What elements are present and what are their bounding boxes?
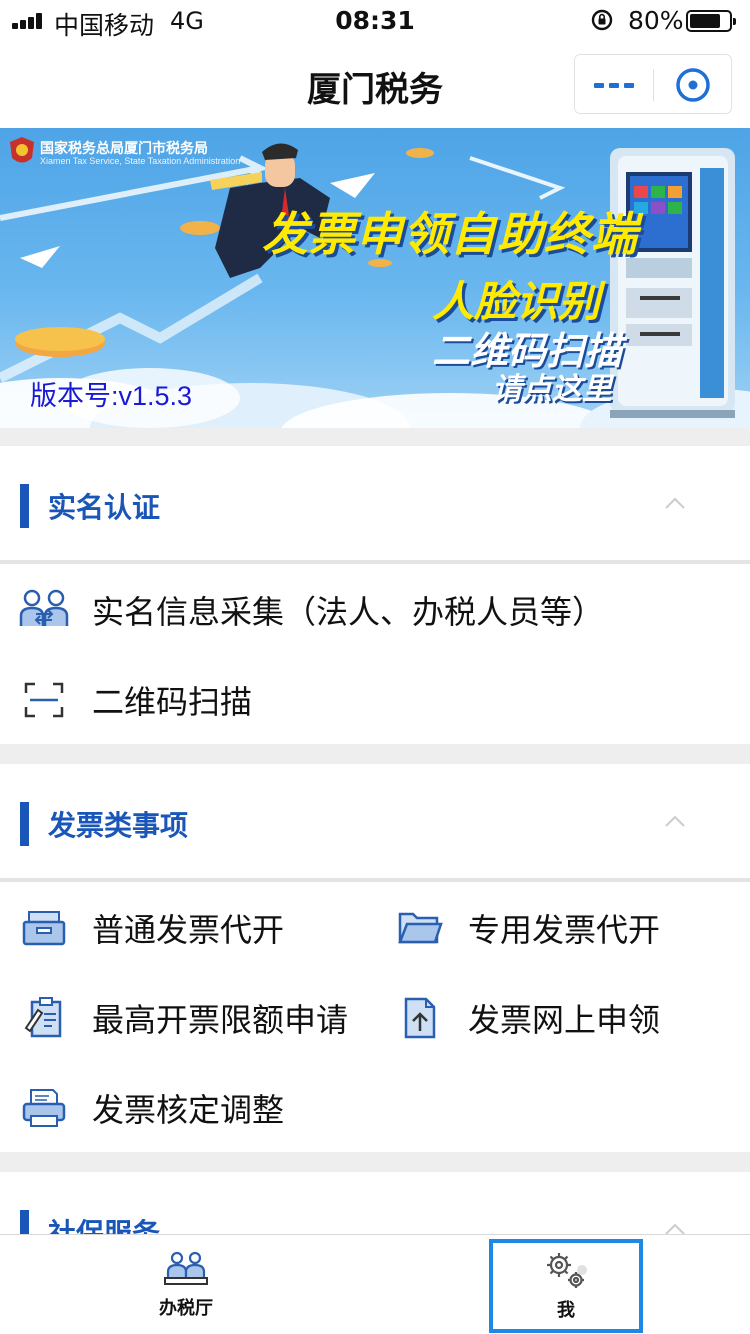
- chevron-up-icon[interactable]: [664, 496, 686, 510]
- rotation-lock-icon: [591, 9, 613, 31]
- more-dots-icon: [594, 82, 604, 88]
- close-mini-program-button[interactable]: [654, 55, 732, 115]
- item-label: 普通发票代开: [92, 911, 285, 949]
- list-item-max-limit-apply[interactable]: 最高开票限额申请: [18, 988, 348, 1048]
- banner-cta[interactable]: 请点这里: [492, 364, 612, 408]
- section-gap: [0, 744, 750, 764]
- tab-service-hall[interactable]: 办税厅: [126, 1235, 246, 1334]
- section-title-realname: 实名认证: [48, 491, 161, 524]
- more-menu-button[interactable]: [575, 55, 653, 115]
- inbox-tray-icon: [18, 902, 70, 954]
- list-item-invoice-adjust[interactable]: 发票核定调整: [18, 1078, 284, 1138]
- section-title-invoice: 发票类事项: [48, 809, 189, 842]
- folder-open-icon: [394, 902, 446, 954]
- item-label: 二维码扫描: [92, 683, 253, 721]
- tab-label: 我: [557, 1300, 575, 1321]
- item-label: 发票核定调整: [92, 1091, 285, 1129]
- banner-org-name-en: Xiamen Tax Service, State Taxation Admin…: [40, 156, 241, 166]
- users-exchange-icon: [18, 584, 70, 636]
- bottom-tab-bar: 办税厅 我: [0, 1234, 750, 1334]
- list-item-normal-invoice[interactable]: 普通发票代开: [18, 898, 284, 958]
- list-item-realname-collect[interactable]: 实名信息采集（法人、办税人员等）: [18, 580, 604, 640]
- status-bar: 中国移动 4G 08:31 80%: [0, 0, 750, 42]
- tab-label: 办税厅: [159, 1298, 213, 1319]
- service-hall-icon: [164, 1251, 208, 1285]
- invoice-items: 普通发票代开 专用发票代开 最高开票限额申请 发票网上申领 发票核定调整: [0, 882, 750, 1152]
- list-item-special-invoice[interactable]: 专用发票代开: [394, 898, 660, 958]
- battery-percent: 80%: [628, 6, 684, 35]
- section-accent-bar: [20, 484, 29, 528]
- version-label: 版本号:v1.5.3: [30, 381, 193, 411]
- item-label: 专用发票代开: [468, 911, 661, 949]
- item-label: 发票网上申领: [468, 1001, 661, 1039]
- section-header-invoice[interactable]: 发票类事项: [0, 764, 750, 878]
- nav-bar: 厦门税务: [0, 42, 750, 128]
- item-label: 最高开票限额申请: [92, 1001, 349, 1039]
- list-item-qr-scan[interactable]: 二维码扫描: [18, 670, 252, 730]
- banner-headline: 发票申领自助终端: [262, 207, 638, 261]
- scan-icon: [18, 674, 70, 726]
- battery-icon: [686, 10, 736, 32]
- tax-emblem-logo: [10, 137, 34, 163]
- section-gap: [0, 428, 750, 446]
- promo-banner[interactable]: 国家税务总局厦门市税务局 Xiamen Tax Service, State T…: [0, 128, 750, 428]
- list-item-online-apply[interactable]: 发票网上申领: [394, 988, 660, 1048]
- clipboard-edit-icon: [18, 992, 70, 1044]
- chevron-up-icon[interactable]: [664, 814, 686, 828]
- item-label: 实名信息采集（法人、办税人员等）: [92, 593, 605, 631]
- printer-icon: [18, 1082, 70, 1134]
- banner-org-name: 国家税务总局厦门市税务局: [40, 141, 208, 157]
- close-circle-icon: [676, 68, 710, 102]
- section-gap: [0, 1152, 750, 1172]
- section-accent-bar: [20, 802, 29, 846]
- mini-program-capsule: [574, 54, 732, 114]
- tab-me[interactable]: 我: [489, 1239, 643, 1333]
- settings-gears-icon: [547, 1253, 587, 1288]
- section-header-realname[interactable]: 实名认证: [0, 446, 750, 560]
- realname-items: 实名信息采集（法人、办税人员等） 二维码扫描: [0, 564, 750, 744]
- document-upload-icon: [394, 992, 446, 1044]
